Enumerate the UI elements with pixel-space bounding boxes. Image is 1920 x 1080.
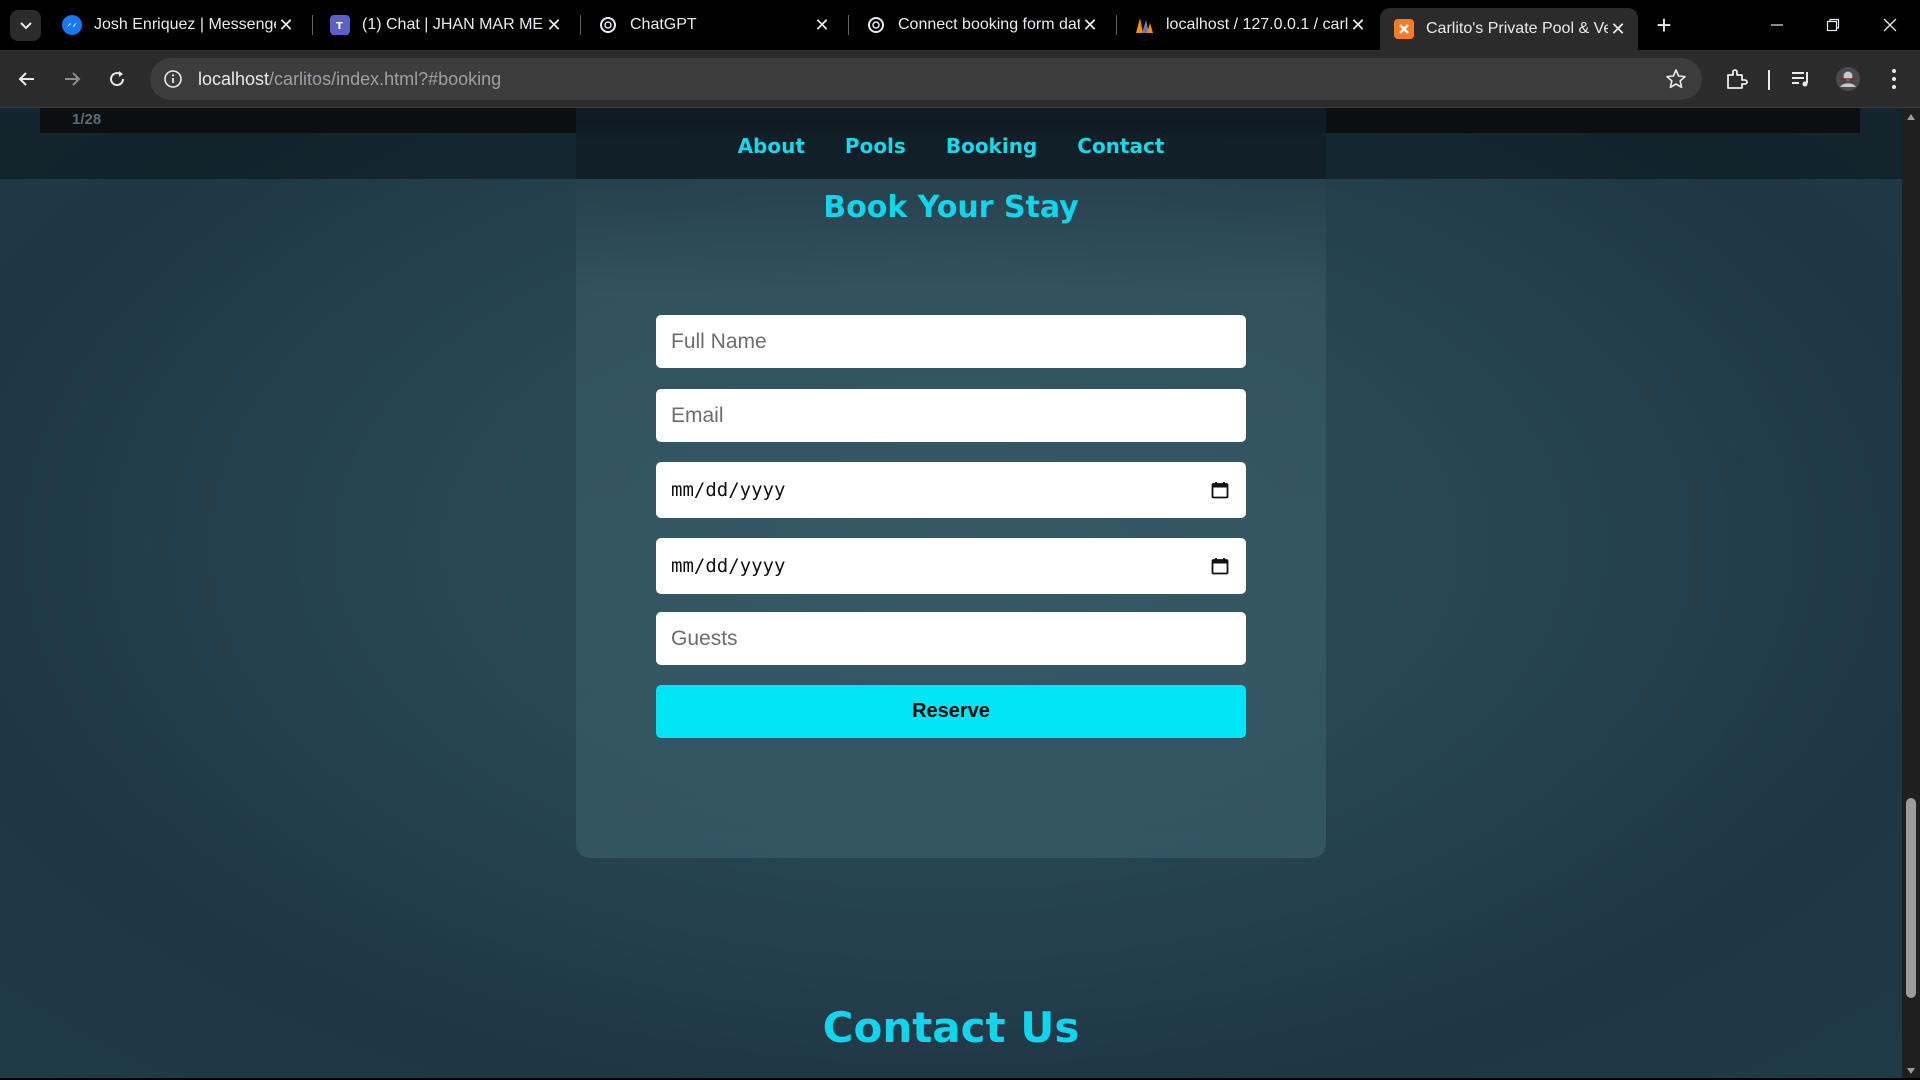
check-in-date-text: mm/dd/yyyy — [671, 479, 786, 501]
site-info-icon[interactable] — [162, 68, 184, 90]
full-name-input[interactable]: Full Name — [656, 315, 1246, 368]
nav-link-about[interactable]: About — [738, 134, 805, 158]
forward-button[interactable] — [54, 61, 90, 97]
tab-carlitos-active[interactable]: Carlito's Private Pool & Ver ✕ — [1380, 8, 1638, 50]
reload-button[interactable] — [99, 61, 135, 97]
page-viewport: 1/28 About Pools Booking Contact Book Yo… — [0, 108, 1902, 1078]
window-close-button[interactable] — [1862, 0, 1918, 50]
minimize-icon — [1771, 24, 1783, 26]
page-scrollbar[interactable] — [1902, 108, 1920, 1078]
tab-title: Josh Enriquez | Messenger — [94, 16, 276, 33]
tab-chatgpt-booking[interactable]: Connect booking form dat ✕ — [852, 8, 1110, 42]
reserve-button[interactable]: Reserve — [656, 685, 1246, 738]
address-bar[interactable]: localhost/carlitos/index.html?#booking — [150, 58, 1702, 100]
close-icon[interactable]: ✕ — [544, 15, 564, 35]
close-icon — [1883, 18, 1897, 32]
url-path: /carlitos/index.html?#booking — [269, 68, 502, 89]
full-name-placeholder: Full Name — [671, 329, 767, 353]
nav-link-pools[interactable]: Pools — [845, 134, 906, 158]
toolbar-divider — [1768, 70, 1770, 90]
media-controls-icon[interactable] — [1786, 64, 1816, 94]
arrow-left-icon — [18, 72, 34, 86]
close-icon[interactable]: ✕ — [812, 15, 832, 35]
booking-section: About Pools Booking Contact Book Your St… — [576, 108, 1326, 858]
tab-messenger[interactable]: Josh Enriquez | Messenger ✕ — [48, 8, 306, 42]
email-input[interactable]: Email — [656, 389, 1246, 442]
scroll-up-arrow-icon[interactable] — [1906, 112, 1916, 122]
tab-title: (1) Chat | JHAN MAR MERC — [362, 16, 544, 33]
scrollbar-thumb[interactable] — [1906, 798, 1916, 998]
slide-counter: 1/28 — [72, 111, 102, 128]
tab-teams-chat[interactable]: T (1) Chat | JHAN MAR MERC ✕ — [316, 8, 574, 42]
url-host: localhost — [198, 68, 270, 89]
messenger-icon — [62, 15, 82, 35]
tab-divider — [312, 15, 313, 35]
tab-strip: Josh Enriquez | Messenger ✕ T (1) Chat |… — [0, 0, 1920, 50]
tab-title: Carlito's Private Pool & Ver — [1426, 20, 1608, 37]
avatar[interactable] — [1833, 64, 1863, 94]
contact-title: Contact Us — [822, 1003, 1080, 1052]
calendar-icon[interactable] — [1209, 555, 1231, 577]
tab-title: ChatGPT — [630, 16, 697, 33]
tab-title: localhost / 127.0.0.1 / carli — [1166, 16, 1348, 33]
check-in-date-input[interactable]: mm/dd/yyyy — [656, 462, 1246, 518]
restore-button[interactable] — [1805, 0, 1861, 50]
tab-divider — [848, 15, 849, 35]
chevron-down-icon — [19, 21, 32, 29]
tab-title: Connect booking form dat — [898, 16, 1080, 33]
tab-phpmyadmin[interactable]: localhost / 127.0.0.1 / carli ✕ — [1120, 8, 1378, 42]
scroll-down-arrow-icon[interactable] — [1906, 1066, 1916, 1076]
extensions-icon[interactable] — [1721, 64, 1751, 94]
chatgpt-icon — [866, 15, 886, 35]
check-out-date-input[interactable]: mm/dd/yyyy — [656, 538, 1246, 594]
new-tab-button[interactable]: + — [1650, 12, 1678, 40]
tab-divider — [1116, 15, 1117, 35]
url-text: localhost/carlitos/index.html?#booking — [198, 69, 501, 90]
nav-link-contact[interactable]: Contact — [1077, 134, 1164, 158]
more-menu-icon[interactable] — [1879, 64, 1909, 94]
phpmyadmin-icon — [1134, 15, 1154, 35]
reload-icon — [110, 71, 125, 87]
check-out-date-text: mm/dd/yyyy — [671, 555, 786, 577]
svg-text:T: T — [336, 21, 343, 32]
tab-chatgpt[interactable]: ChatGPT ✕ — [584, 8, 842, 42]
site-nav: About Pools Booking Contact — [576, 108, 1326, 179]
chatgpt-icon — [598, 15, 618, 35]
close-icon[interactable]: ✕ — [276, 15, 296, 35]
restore-icon — [1826, 18, 1840, 32]
email-placeholder: Email — [671, 403, 724, 427]
teams-icon: T — [330, 15, 350, 35]
tab-search-button[interactable] — [10, 10, 41, 41]
guests-placeholder: Guests — [671, 626, 738, 650]
arrow-right-icon — [65, 72, 81, 86]
nav-link-booking[interactable]: Booking — [946, 134, 1037, 158]
back-button[interactable] — [9, 61, 45, 97]
browser-toolbar: localhost/carlitos/index.html?#booking — [0, 50, 1920, 108]
guests-input[interactable]: Guests — [656, 612, 1246, 665]
close-icon[interactable]: ✕ — [1080, 15, 1100, 35]
booking-title: Book Your Stay — [823, 190, 1079, 225]
bookmark-star-icon[interactable] — [1664, 67, 1688, 91]
close-icon[interactable]: ✕ — [1348, 15, 1368, 35]
close-icon[interactable]: ✕ — [1608, 19, 1628, 39]
calendar-icon[interactable] — [1209, 479, 1231, 501]
xampp-icon — [1394, 19, 1414, 39]
tab-divider — [580, 15, 581, 35]
minimize-button[interactable] — [1749, 0, 1805, 50]
